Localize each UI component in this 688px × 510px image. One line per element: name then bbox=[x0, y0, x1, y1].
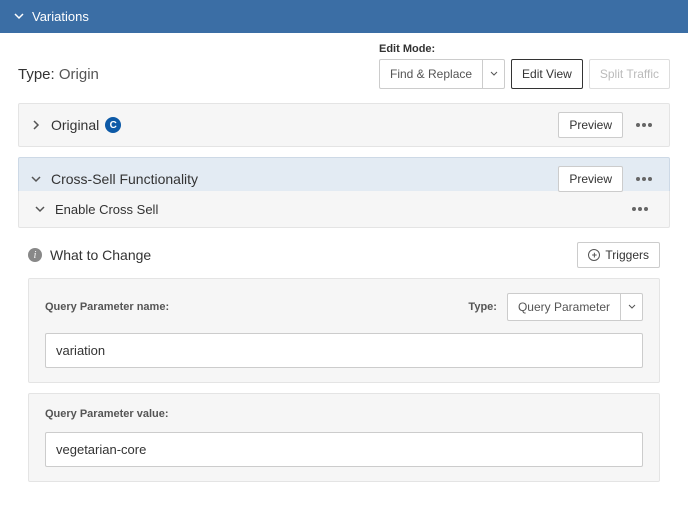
variations-panel-header[interactable]: Variations bbox=[0, 0, 688, 33]
caret-down-icon bbox=[482, 60, 504, 88]
variation-label: Original bbox=[51, 117, 99, 133]
control-badge: C bbox=[105, 117, 121, 133]
param-name-label: Query Parameter name: bbox=[45, 301, 458, 313]
edit-mode-select[interactable]: Find & Replace bbox=[379, 59, 505, 89]
plus-circle-icon: + bbox=[588, 249, 600, 261]
sub-row-enable-cross-sell[interactable]: Enable Cross Sell bbox=[18, 191, 670, 228]
section-title: What to Change bbox=[50, 247, 151, 263]
form-block-param-value: Query Parameter value: bbox=[28, 393, 660, 482]
chevron-down-icon bbox=[29, 172, 43, 186]
param-value-input[interactable] bbox=[45, 432, 643, 467]
caret-down-icon bbox=[620, 294, 642, 320]
edit-mode-select-value: Find & Replace bbox=[380, 60, 482, 88]
param-value-label: Query Parameter value: bbox=[45, 408, 643, 420]
panel-body: Type: Origin Edit Mode: Find & Replace E… bbox=[0, 33, 688, 510]
type-label: Type: Origin bbox=[18, 66, 369, 89]
preview-button[interactable]: Preview bbox=[558, 112, 623, 138]
edit-view-button[interactable]: Edit View bbox=[511, 59, 583, 89]
variation-row-original[interactable]: Original C Preview bbox=[18, 103, 670, 147]
chevron-right-icon bbox=[29, 118, 43, 132]
type-select[interactable]: Query Parameter bbox=[507, 293, 643, 321]
edit-mode-controls: Find & Replace Edit View Split Traffic bbox=[379, 59, 670, 89]
chevron-down-icon bbox=[33, 204, 47, 214]
edit-mode-column: Edit Mode: Find & Replace Edit View Spli… bbox=[379, 43, 670, 89]
section-header-what-to-change: i What to Change + Triggers bbox=[18, 242, 670, 278]
type-select-value: Query Parameter bbox=[508, 294, 620, 320]
form-block-param-name: Query Parameter name: Type: Query Parame… bbox=[28, 278, 660, 383]
variation-label: Cross-Sell Functionality bbox=[51, 171, 198, 187]
panel-title: Variations bbox=[32, 9, 89, 24]
type-key: Type: bbox=[18, 66, 55, 83]
param-name-input[interactable] bbox=[45, 333, 643, 368]
type-label: Type: bbox=[468, 301, 497, 313]
split-traffic-button: Split Traffic bbox=[589, 59, 670, 89]
triggers-label: Triggers bbox=[605, 248, 649, 262]
top-row: Type: Origin Edit Mode: Find & Replace E… bbox=[18, 43, 670, 89]
triggers-button[interactable]: + Triggers bbox=[577, 242, 660, 268]
info-icon: i bbox=[28, 248, 42, 262]
preview-button[interactable]: Preview bbox=[558, 166, 623, 192]
type-value: Origin bbox=[59, 66, 99, 83]
edit-mode-label: Edit Mode: bbox=[379, 43, 670, 55]
form-row-name-type: Query Parameter name: Type: Query Parame… bbox=[45, 293, 643, 321]
more-menu-button[interactable] bbox=[629, 117, 659, 133]
chevron-down-icon bbox=[14, 9, 24, 24]
sub-row-label: Enable Cross Sell bbox=[55, 202, 158, 217]
more-menu-button[interactable] bbox=[625, 201, 655, 217]
more-menu-button[interactable] bbox=[629, 171, 659, 187]
form-row-value: Query Parameter value: bbox=[45, 408, 643, 420]
